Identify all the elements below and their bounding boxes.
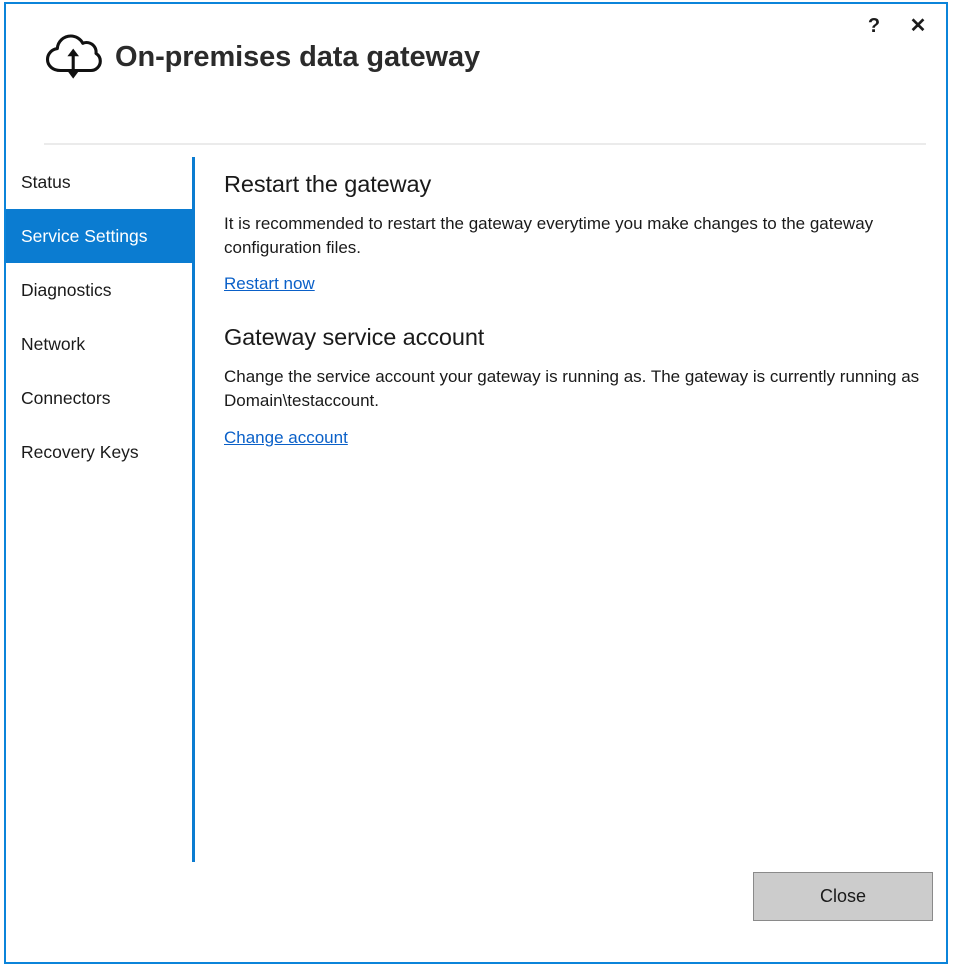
section-gateway-service-account: Gateway service account Change the servi… (224, 308, 930, 447)
section-heading: Gateway service account (224, 324, 485, 351)
change-account-link[interactable]: Change account (224, 428, 348, 448)
sidebar-item-service-settings[interactable]: Service Settings (6, 209, 192, 263)
main-content: Restart the gateway It is recommended to… (224, 155, 930, 462)
body-area: Status Service Settings Diagnostics Netw… (6, 155, 946, 962)
section-description: Change the service account your gateway … (224, 367, 920, 411)
restart-now-link[interactable]: Restart now (224, 274, 315, 294)
page-title: On-premises data gateway (115, 40, 481, 73)
section-description: It is recommended to restart the gateway… (224, 214, 874, 258)
sidebar-item-label: Connectors (21, 387, 111, 408)
footer-bar: Close (6, 852, 946, 962)
close-button[interactable]: Close (753, 872, 933, 921)
window-controls: ? ✕ (852, 8, 940, 44)
header-divider (44, 143, 926, 145)
sidebar-divider (192, 157, 195, 862)
help-button[interactable]: ? (852, 8, 896, 44)
sidebar-item-label: Network (21, 333, 86, 354)
title-bar: On-premises data gateway ? ✕ (6, 4, 946, 145)
sidebar-item-network[interactable]: Network (6, 317, 192, 371)
cloud-updown-arrow-icon (44, 32, 102, 82)
close-icon-button[interactable]: ✕ (896, 8, 940, 44)
sidebar-item-diagnostics[interactable]: Diagnostics (6, 263, 192, 317)
sidebar-item-label: Recovery Keys (21, 441, 139, 462)
sidebar-item-connectors[interactable]: Connectors (6, 371, 192, 425)
sidebar-item-label: Service Settings (21, 225, 148, 246)
app-title-row: On-premises data gateway (44, 32, 480, 82)
section-restart-gateway: Restart the gateway It is recommended to… (224, 155, 930, 294)
sidebar-nav: Status Service Settings Diagnostics Netw… (6, 155, 192, 479)
sidebar-item-label: Status (21, 171, 71, 192)
gateway-window: On-premises data gateway ? ✕ Status Serv… (4, 2, 948, 964)
sidebar-item-label: Diagnostics (21, 279, 112, 300)
section-heading: Restart the gateway (224, 171, 432, 197)
sidebar-item-status[interactable]: Status (6, 155, 192, 209)
sidebar-item-recovery-keys[interactable]: Recovery Keys (6, 425, 192, 479)
